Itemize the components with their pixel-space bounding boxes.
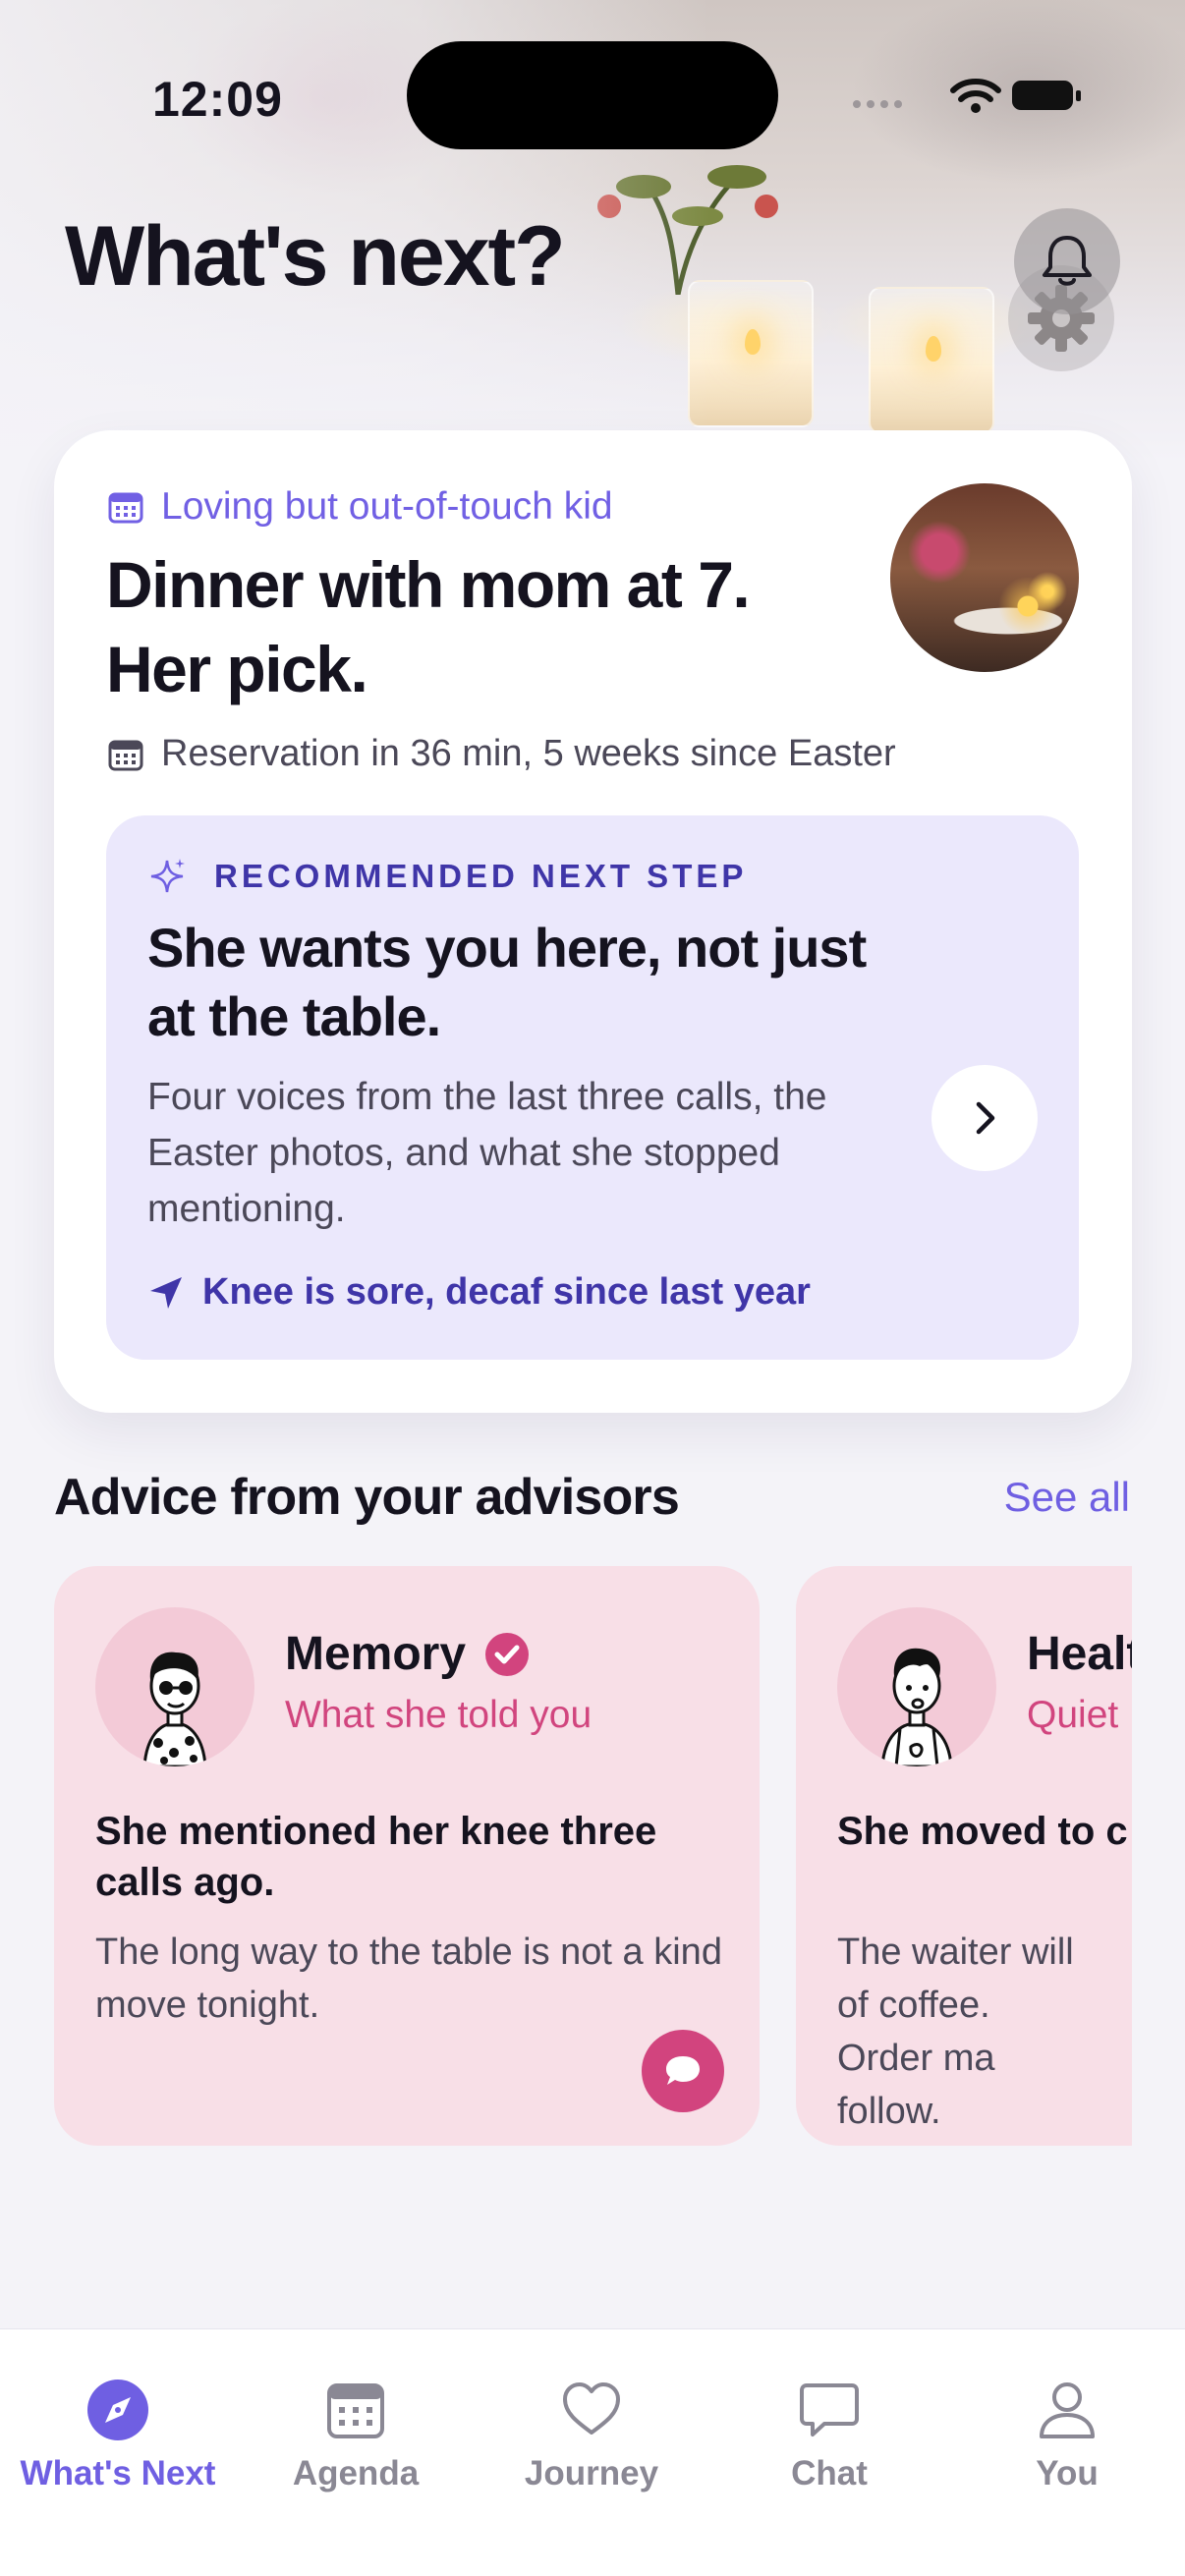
recommendation-footnote-row: Knee is sore, decaf since last year	[147, 1271, 811, 1314]
recommendation-body: Four voices from the last three calls, t…	[147, 1076, 827, 1230]
tab-label: Journey	[524, 2454, 659, 2492]
recommendation-title: She wants you here, not just at the tabl…	[147, 917, 867, 1047]
tab-whats-next[interactable]: What's Next	[0, 2378, 236, 2493]
calendar-icon	[327, 2383, 384, 2438]
advisor-text: The waiter will of coffee. Order ma foll…	[837, 1932, 1074, 2132]
tab-label: You	[1036, 2454, 1099, 2492]
recommendation-label-row: RECOMMENDED NEXT STEP	[147, 857, 747, 896]
advisor-headline: She moved to c	[837, 1810, 1128, 1853]
advisor-subtitle: Quiet	[1027, 1694, 1119, 1736]
verified-badge-icon	[485, 1632, 530, 1676]
sparkle-icon	[150, 859, 185, 893]
advisor-headline: She mentioned her knee three calls ago.	[95, 1810, 657, 1904]
dynamic-island	[407, 41, 778, 149]
event-title-line2: Her pick.	[106, 633, 368, 705]
advisor-name: Healt	[1027, 1628, 1132, 1680]
location-arrow-icon	[150, 1276, 182, 1309]
persona-row: Loving but out-of-touch kid	[108, 485, 613, 529]
advisor-name: Memory	[285, 1628, 467, 1680]
advisor-card-health[interactable]: Healt Quiet She moved to c The waiter wi…	[796, 1566, 1132, 2146]
event-title-line1: Dinner with mom at 7.	[106, 548, 751, 621]
persona-label: Loving but out-of-touch kid	[161, 485, 613, 528]
status-time: 12:09	[152, 72, 283, 127]
advisor-avatar-health	[837, 1607, 996, 1766]
chat-bubble-icon	[800, 2383, 859, 2436]
advisors-section-title: Advice from your advisors	[54, 1469, 680, 1526]
compass-icon	[87, 2380, 148, 2440]
advisor-text: The long way to the table is not a kind …	[95, 1932, 722, 2026]
event-meta-text: Reservation in 36 min, 5 weeks since Eas…	[161, 733, 896, 774]
person-icon	[1040, 2382, 1095, 2438]
tab-chat[interactable]: Chat	[711, 2378, 947, 2493]
bell-icon	[1043, 236, 1092, 286]
battery-icon	[1012, 81, 1081, 110]
tab-label: Chat	[791, 2454, 868, 2492]
open-recommendation-button[interactable]	[931, 1065, 1038, 1171]
calendar-icon	[108, 740, 143, 770]
advisor-subtitle: What she told you	[285, 1694, 592, 1736]
advisor-card-memory[interactable]: Memory What she told you She mentioned h…	[54, 1566, 760, 2146]
restaurant-photo	[890, 483, 1079, 672]
tab-journey[interactable]: Journey	[474, 2378, 709, 2493]
advisor-name-row: Memory	[285, 1627, 531, 1681]
advisor-chat-button[interactable]	[642, 2030, 724, 2112]
wifi-icon	[950, 79, 1001, 113]
calendar-icon	[108, 492, 143, 524]
chat-bubble-icon	[666, 2056, 700, 2085]
event-meta-row: Reservation in 36 min, 5 weeks since Eas…	[108, 733, 896, 775]
event-title: Dinner with mom at 7. Her pick.	[106, 542, 853, 711]
page-title: What's next?	[65, 209, 566, 304]
tab-you[interactable]: You	[949, 2378, 1185, 2493]
heart-icon	[563, 2382, 620, 2435]
chevron-right-icon	[976, 1101, 995, 1135]
advisors-carousel[interactable]: Memory What she told you She mentioned h…	[54, 1566, 1132, 2148]
tab-label: What's Next	[20, 2454, 216, 2492]
advisor-name-row: Healt	[1027, 1627, 1132, 1681]
advisor-avatar-memory	[95, 1607, 254, 1766]
tab-agenda[interactable]: Agenda	[238, 2378, 474, 2493]
signal-icon	[853, 100, 902, 108]
recommendation-label: RECOMMENDED NEXT STEP	[214, 858, 748, 894]
notifications-button[interactable]	[1014, 208, 1120, 314]
see-all-advisors-link[interactable]: See all	[1004, 1474, 1130, 1521]
recommendation-footnote: Knee is sore, decaf since last year	[202, 1271, 811, 1313]
status-icons	[853, 79, 1081, 113]
tab-label: Agenda	[292, 2454, 420, 2492]
